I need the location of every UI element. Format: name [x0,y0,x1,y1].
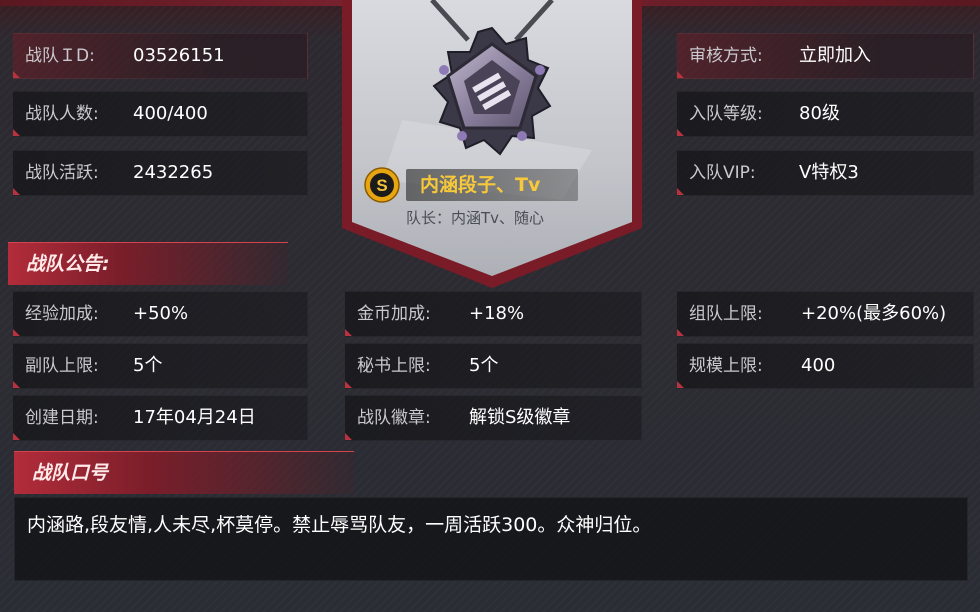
join-vip-label: 入队VIP: [689,163,756,183]
team-id-value: 03526151 [133,45,225,66]
join-level-value: 80级 [799,103,840,124]
s-grade-badge-icon: S [364,167,400,203]
team-name: 内涵段子、Tv [420,174,541,196]
join-level-row: 入队等级: 80级 [676,91,974,137]
team-badge-value: 解锁S级徽章 [469,407,571,428]
slogan-box: 内涵路,段友情,人未尽,杯莫停。禁止辱骂队友，一周活跃300。众神归位。 [14,497,968,581]
team-activity-row: 战队活跃: 2432265 [12,150,308,196]
created-date-label: 创建日期: [25,408,99,428]
bonus-team-limit-value: +20%(最多60%) [801,303,947,324]
team-name-plate: 内涵段子、Tv [406,169,578,201]
team-badge-row: 战队徽章: 解锁S级徽章 [344,395,642,441]
vice-limit-value: 5个 [133,355,163,376]
bonus-team-limit-label: 组队上限: [689,304,763,324]
team-info-panel: { "left_info": [ {"label": "战队ＩD:", "val… [0,0,980,612]
announcement-header: 战队公告: [8,242,288,285]
vice-limit-label: 副队上限: [25,356,99,376]
vice-limit-row: 副队上限: 5个 [12,343,308,389]
grade-letter: S [376,176,387,195]
slogan-text: 内涵路,段友情,人未尽,杯莫停。禁止辱骂队友，一周活跃300。众神归位。 [27,514,652,536]
scale-limit-row: 规模上限: 400 [676,343,974,389]
secretary-limit-value: 5个 [469,355,499,376]
slogan-title: 战队口号 [32,462,109,484]
bonus-coin-value: +18% [469,303,525,324]
bonus-team-limit-row: 组队上限: +20%(最多60%) [676,291,974,337]
team-members-value: 400/400 [133,103,208,124]
announcement-title: 战队公告: [26,253,110,275]
captain-line: 队长：内涵Tv、随心 [406,209,545,227]
team-banner [342,0,642,290]
scale-limit-label: 规模上限: [689,356,763,376]
slogan-header: 战队口号 [14,451,354,494]
team-members-label: 战队人数: [25,104,99,124]
team-id-row: 战队ＩD: 03526151 [12,33,308,79]
bonus-coin-row: 金币加成: +18% [344,291,642,337]
secretary-limit-row: 秘书上限: 5个 [344,343,642,389]
team-id-label: 战队ＩD: [25,46,95,66]
review-method-value: 立即加入 [799,45,871,66]
team-activity-label: 战队活跃: [25,163,99,183]
created-date-value: 17年04月24日 [133,407,256,428]
secretary-limit-label: 秘书上限: [357,356,431,376]
scale-limit-value: 400 [801,355,836,376]
join-vip-row: 入队VIP: V特权3 [676,150,974,196]
team-activity-value: 2432265 [133,162,214,183]
bonus-coin-label: 金币加成: [357,304,431,324]
created-date-row: 创建日期: 17年04月24日 [12,395,308,441]
join-vip-value: V特权3 [799,162,859,183]
team-members-row: 战队人数: 400/400 [12,91,308,137]
bonus-exp-row: 经验加成: +50% [12,291,308,337]
review-method-row: 审核方式: 立即加入 [676,33,974,79]
join-level-label: 入队等级: [689,104,763,124]
bonus-exp-label: 经验加成: [25,304,99,324]
team-badge-label: 战队徽章: [357,408,431,428]
bonus-exp-value: +50% [133,303,189,324]
review-method-label: 审核方式: [689,46,763,66]
